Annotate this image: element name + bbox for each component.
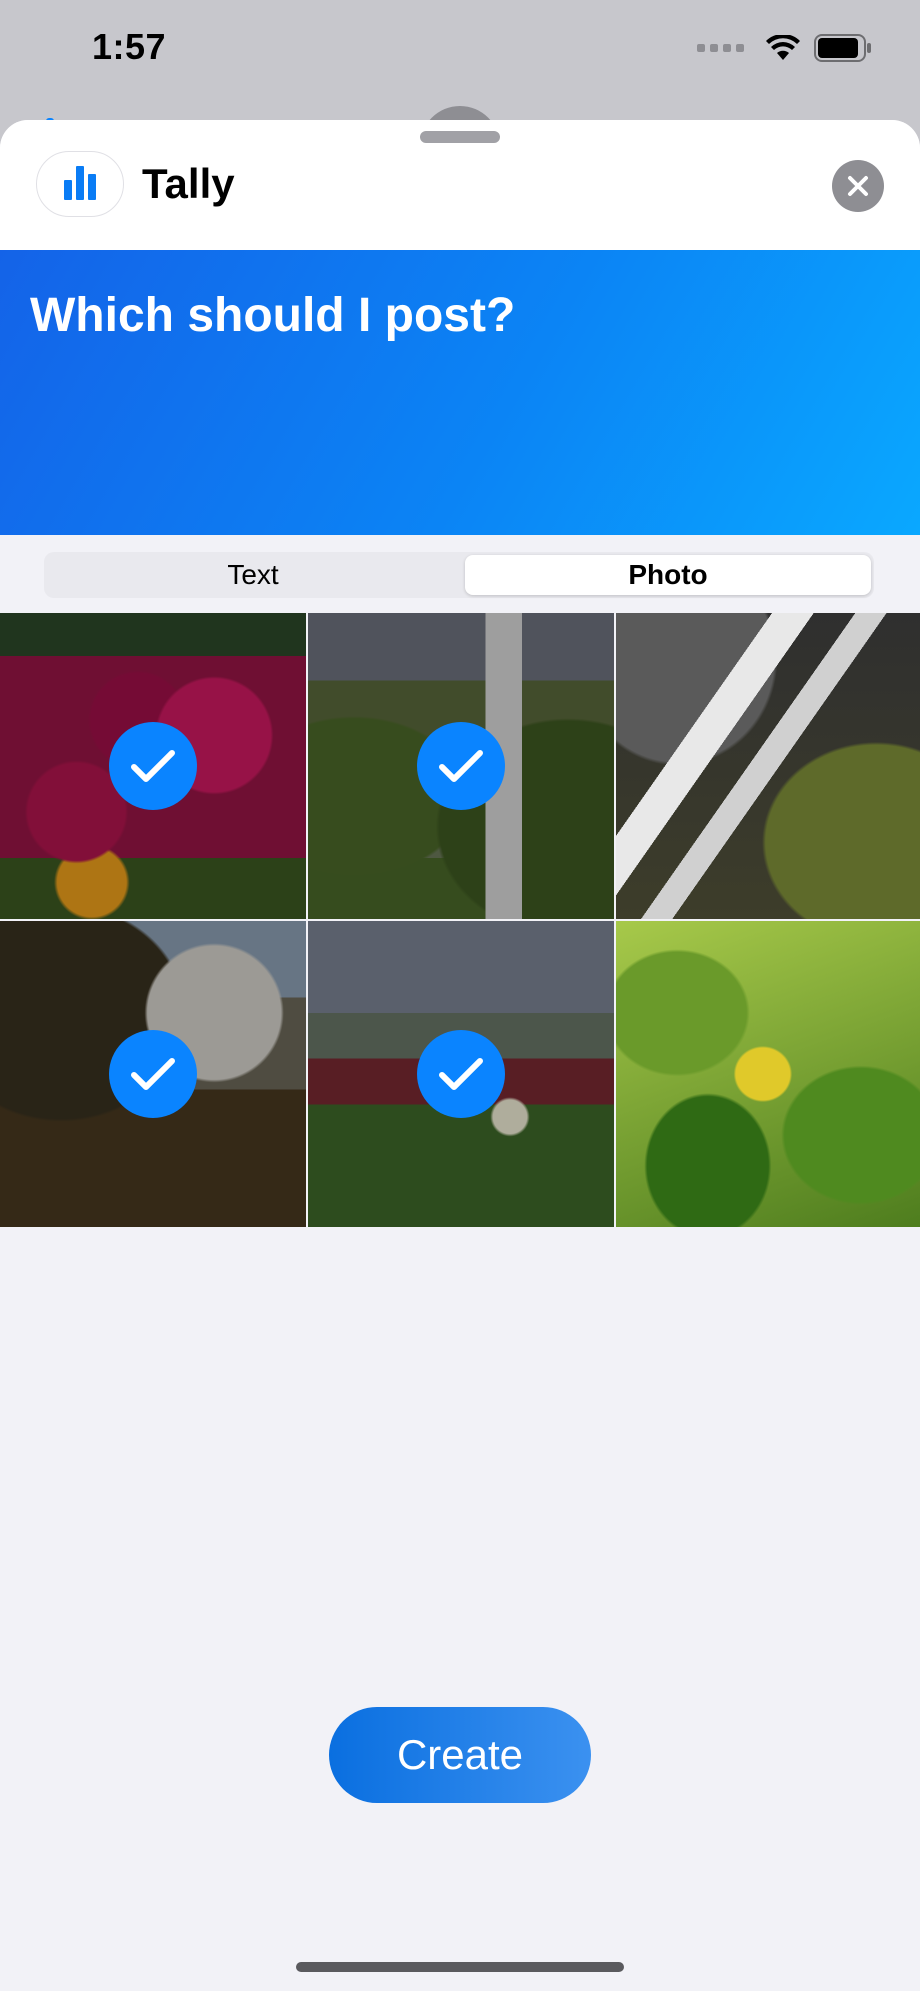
wifi-icon bbox=[766, 35, 800, 60]
segment-photo[interactable]: Photo bbox=[465, 555, 871, 595]
checkmark-icon bbox=[417, 722, 505, 810]
photo-tile[interactable] bbox=[616, 921, 920, 1227]
photo-tile[interactable] bbox=[0, 921, 306, 1227]
app-title: Tally bbox=[142, 160, 235, 207]
create-button[interactable]: Create bbox=[329, 1707, 591, 1803]
sheet-header: Tally bbox=[0, 120, 920, 250]
photo-tile[interactable] bbox=[616, 613, 920, 919]
status-bar: 1:57 bbox=[0, 0, 920, 110]
segmented-control: Text Photo bbox=[44, 552, 874, 598]
question-text[interactable]: Which should I post? bbox=[30, 288, 515, 343]
photo-tile[interactable] bbox=[308, 921, 614, 1227]
close-button[interactable] bbox=[832, 160, 884, 212]
checkmark-icon bbox=[109, 1030, 197, 1118]
checkmark-icon bbox=[417, 1030, 505, 1118]
compose-sheet: Tally Which should I post? Text Photo Cr… bbox=[0, 120, 920, 1991]
checkmark-icon bbox=[109, 722, 197, 810]
question-card[interactable]: Which should I post? bbox=[0, 250, 920, 535]
close-icon bbox=[848, 176, 868, 196]
photo-tile[interactable] bbox=[0, 613, 306, 919]
status-time: 1:57 bbox=[92, 26, 167, 67]
photo-grid bbox=[0, 613, 920, 1227]
segment-text[interactable]: Text bbox=[47, 555, 459, 595]
home-indicator[interactable] bbox=[296, 1962, 624, 1972]
sheet-grabber[interactable] bbox=[420, 131, 500, 143]
bar-chart-icon bbox=[36, 151, 124, 217]
photo-tile[interactable] bbox=[308, 613, 614, 919]
status-icons bbox=[697, 34, 872, 62]
cellular-signal-icon bbox=[697, 44, 744, 52]
battery-icon bbox=[814, 34, 871, 62]
